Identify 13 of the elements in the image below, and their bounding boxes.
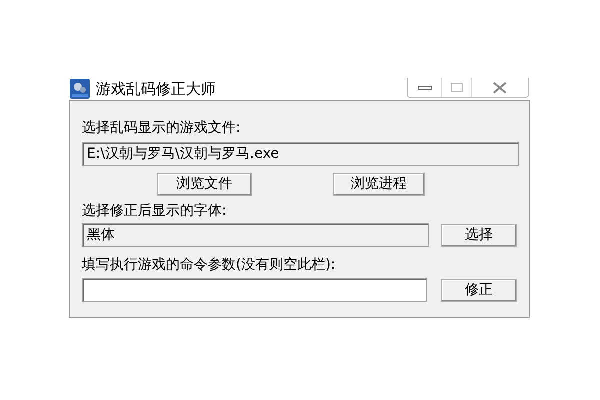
field-label: 选择乱码显示的游戏文件: <box>82 119 242 138</box>
text-field[interactable]: 黑体 <box>82 223 430 247</box>
field-label: 填写执行游戏的命令参数(没有则空此栏): <box>82 256 337 275</box>
push-button[interactable]: 浏览进程 <box>333 173 425 196</box>
close-icon <box>493 82 507 94</box>
field-label: 选择修正后显示的字体: <box>82 202 228 221</box>
text-field[interactable]: E:\汉朝与罗马\汉朝与罗马.exe <box>82 142 519 166</box>
app-icon <box>70 79 90 99</box>
window-title: 游戏乱码修正大师 <box>96 78 216 100</box>
push-button[interactable]: 选择 <box>441 224 517 246</box>
push-button[interactable]: 修正 <box>441 278 517 302</box>
text-field[interactable] <box>82 278 428 302</box>
push-button[interactable]: 浏览文件 <box>157 173 252 196</box>
